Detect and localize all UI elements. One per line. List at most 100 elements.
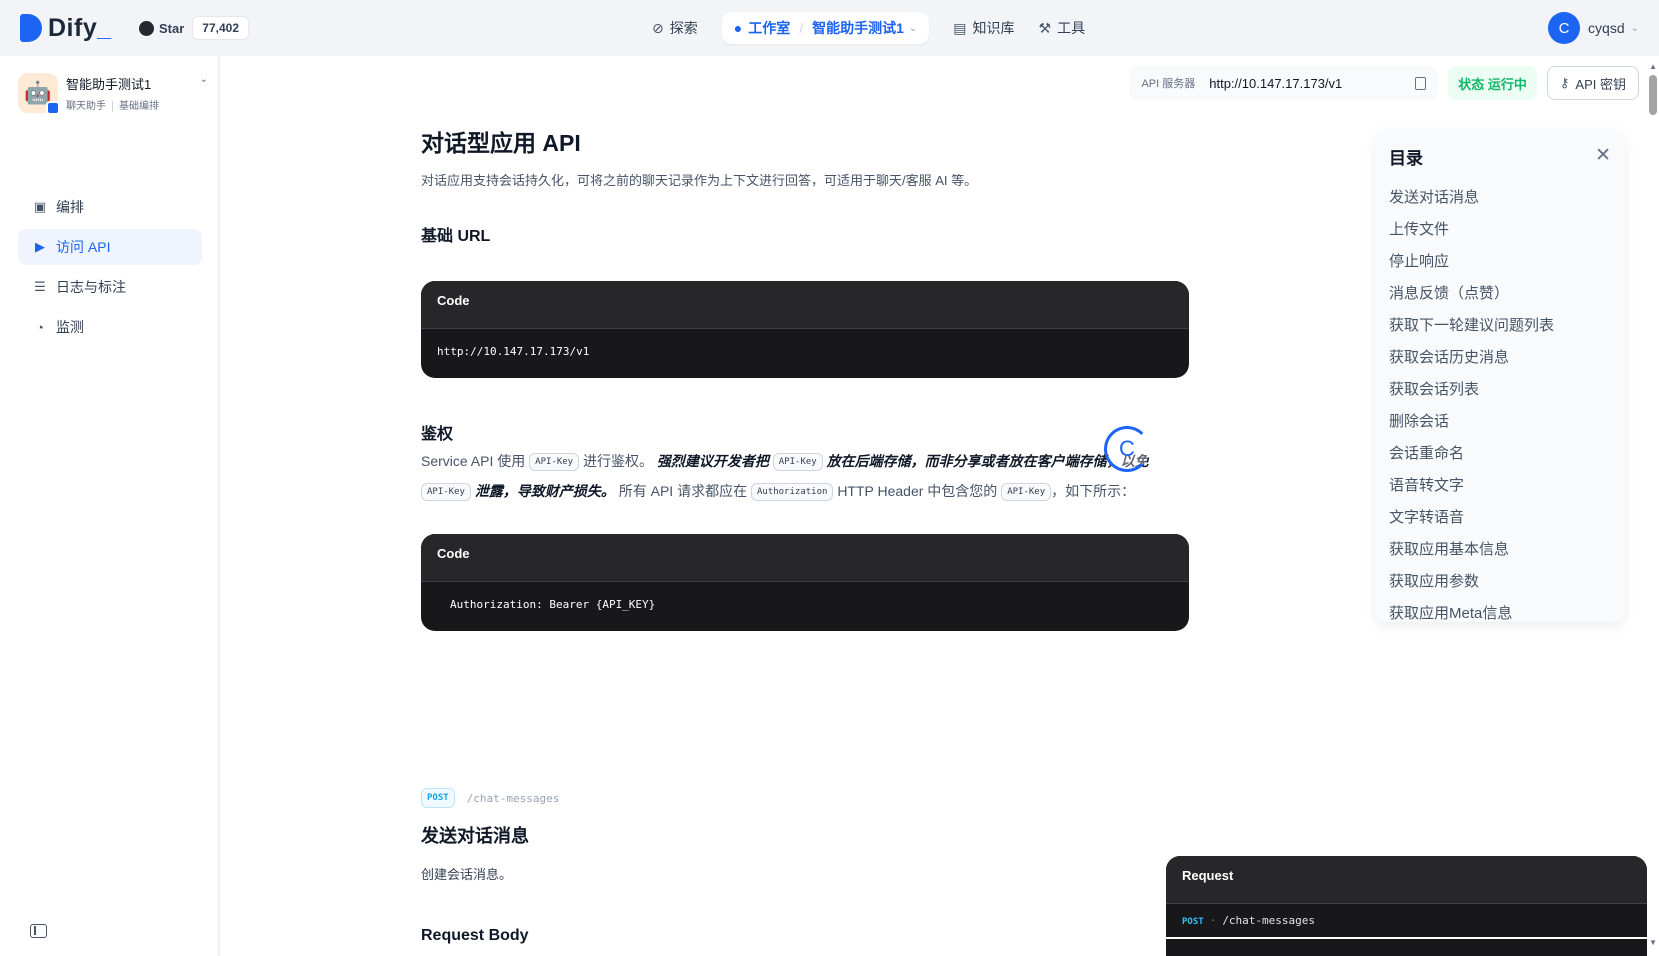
toc-item[interactable]: 发送对话消息 — [1389, 182, 1554, 214]
sidebar-item-label: 日志与标注 — [56, 279, 126, 295]
nav-knowledge[interactable]: ▤ 知识库 — [941, 12, 1026, 44]
toc-list: 发送对话消息 上传文件 停止响应 消息反馈（点赞） 获取下一轮建议问题列表 获取… — [1389, 182, 1554, 630]
sidebar-item-logs[interactable]: ☰ 日志与标注 — [18, 269, 202, 305]
scrollbar-thumb[interactable] — [1649, 75, 1657, 115]
github-star-count[interactable]: 77,402 — [192, 16, 249, 40]
nav-studio[interactable]: ● 工作室 / 智能助手测试1 ⌄ — [721, 12, 930, 44]
layout-icon: ▣ — [33, 199, 47, 214]
chevron-down-icon[interactable]: ⌄ — [909, 23, 917, 34]
page-description: 对话应用支持会话持久化，可将之前的聊天记录作为上下文进行回答，可适用于聊天/客服… — [421, 173, 978, 188]
page-scrollbar[interactable] — [1647, 56, 1659, 956]
robot-icon: ● — [733, 20, 743, 36]
toc-item[interactable]: 上传文件 — [1389, 214, 1554, 246]
auth-text: 所有 API 请求都应在 — [618, 483, 748, 499]
toc-item[interactable]: 获取应用Meta信息 — [1389, 598, 1554, 630]
copy-icon[interactable] — [1415, 76, 1427, 90]
top-navigation-bar: Dify_ Star 77,402 ⊘ 探索 ● 工作室 / 智能助手测试1 ⌄… — [0, 0, 1659, 56]
table-of-contents: 目录 ✕ 发送对话消息 上传文件 停止响应 消息反馈（点赞） 获取下一轮建议问题… — [1375, 130, 1625, 622]
api-server-box: API 服务器 http://10.147.17.173/v1 — [1129, 66, 1439, 100]
scroll-down-arrow-icon[interactable]: ▼ — [1649, 938, 1657, 947]
nav-knowledge-label: 知识库 — [972, 20, 1015, 36]
dify-logo-icon — [20, 14, 42, 42]
dify-logo[interactable]: Dify_ — [20, 12, 112, 44]
toc-item[interactable]: 获取应用基本信息 — [1389, 534, 1554, 566]
github-icon — [139, 20, 154, 36]
avatar[interactable]: C — [1548, 12, 1581, 44]
hammer-icon: ⚒ — [1038, 19, 1052, 36]
auth-heading: 鉴权 — [421, 426, 454, 443]
nav-explore[interactable]: ⊘ 探索 — [640, 12, 710, 44]
sidebar-collapse-icon[interactable] — [30, 924, 47, 938]
app-tag-mode: 聊天助手 — [66, 101, 106, 112]
code-block-label: Code — [421, 281, 1189, 329]
chat-badge-icon — [46, 101, 60, 115]
request-body-heading: Request Body — [421, 927, 529, 944]
inline-code: Authorization — [750, 483, 834, 502]
sidebar-item-monitoring[interactable]: ◔ 监测 — [18, 309, 202, 345]
auth-text: 进行鉴权。 — [582, 453, 653, 469]
sidebar-item-orchestrate[interactable]: ▣ 编排 — [18, 189, 202, 225]
toc-item[interactable]: 消息反馈（点赞） — [1389, 278, 1554, 310]
file-list-icon: ☰ — [34, 279, 46, 294]
chevron-down-icon[interactable]: ⌄ — [200, 74, 208, 85]
toc-item[interactable]: 会话重命名 — [1389, 438, 1554, 470]
toc-item[interactable]: 获取会话历史消息 — [1389, 342, 1554, 374]
toc-item[interactable]: 停止响应 — [1389, 246, 1554, 278]
request-method: POST — [1182, 917, 1204, 927]
sidebar-item-label: 访问 API — [56, 239, 111, 255]
auth-text: HTTP Header 中包含您的 — [837, 483, 998, 499]
app-switcher[interactable]: 🤖 智能助手测试1 聊天助手 基础编排 ⌄ — [18, 70, 208, 116]
nav-explore-label: 探索 — [669, 20, 698, 36]
main-content: API 服务器 http://10.147.17.173/v1 状态 运行中 ⚷… — [220, 56, 1659, 956]
sidebar-item-api-access[interactable]: ▶ 访问 API — [18, 229, 202, 265]
request-path: /chat-messages — [1222, 914, 1316, 927]
app-sidebar: 🤖 智能助手测试1 聊天助手 基础编排 ⌄ ▣ 编排 ▶ 访问 API ☰ 日志与… — [0, 56, 219, 956]
endpoint-line: POST /chat-messages — [421, 788, 559, 808]
auth-warning: 泄露，导致财产损失。 — [474, 483, 615, 499]
chevron-down-icon[interactable]: ⌄ — [1631, 23, 1639, 34]
github-star-widget[interactable]: Star 77,402 — [139, 15, 249, 41]
auth-code[interactable]: Authorization: Bearer {API_KEY} — [421, 582, 1189, 627]
auth-warning: 放在后端存储，而非分享或者放在客户端存储，以免 — [826, 453, 1149, 469]
sidebar-menu: ▣ 编排 ▶ 访问 API ☰ 日志与标注 ◔ 监测 — [18, 189, 202, 349]
toc-item[interactable]: 语音转文字 — [1389, 470, 1554, 502]
request-panel-title: Request — [1166, 856, 1647, 904]
brand-suffix: _ — [97, 13, 112, 42]
nav-tools[interactable]: ⚒ 工具 — [1027, 12, 1098, 44]
send-message-desc: 创建会话消息。 — [421, 867, 513, 882]
auth-text: Service API 使用 — [421, 453, 526, 469]
auth-warning: 强烈建议开发者把 — [656, 453, 769, 469]
base-url-code[interactable]: http://10.147.17.173/v1 — [421, 329, 1189, 374]
page-title: 对话型应用 API — [421, 130, 581, 156]
api-toolbar: API 服务器 http://10.147.17.173/v1 状态 运行中 ⚷… — [1129, 66, 1639, 100]
book-icon: ▤ — [953, 19, 967, 36]
api-server-url[interactable]: http://10.147.17.173/v1 — [1209, 76, 1409, 91]
user-menu[interactable]: C cyqsd ⌄ — [1548, 12, 1639, 44]
code-block-label: Code — [421, 534, 1189, 582]
send-message-title: 发送对话消息 — [421, 826, 529, 846]
toc-item[interactable]: 删除会话 — [1389, 406, 1554, 438]
auth-text: ，如下所示： — [1051, 483, 1136, 499]
nav-tools-label: 工具 — [1057, 20, 1086, 36]
api-key-button[interactable]: ⚷ API 密钥 — [1546, 66, 1639, 100]
github-star-button[interactable]: Star — [139, 20, 185, 36]
inline-code: API-Key — [772, 453, 823, 472]
base-url-code-block: Code http://10.147.17.173/v1 — [421, 281, 1189, 378]
toc-item[interactable]: 文字转语音 — [1389, 502, 1554, 534]
toc-item[interactable]: 获取应用参数 — [1389, 566, 1554, 598]
app-robot-icon: 🤖 — [18, 73, 60, 115]
toc-item[interactable]: 获取会话列表 — [1389, 374, 1554, 406]
toc-item[interactable]: 获取下一轮建议问题列表 — [1389, 310, 1554, 342]
app-tags: 聊天助手 基础编排 — [66, 97, 196, 112]
nav-studio-label[interactable]: 工作室 — [748, 18, 790, 38]
close-icon[interactable]: ✕ — [1595, 144, 1611, 167]
inline-code: API-Key — [529, 453, 580, 472]
dashboard-icon: ◔ — [36, 319, 44, 335]
user-name[interactable]: cyqsd — [1588, 20, 1625, 36]
key-icon: ⚷ — [1559, 75, 1570, 90]
scroll-up-arrow-icon[interactable]: ▲ — [1649, 62, 1657, 71]
loading-spinner: C — [1104, 426, 1150, 472]
nav-current-app[interactable]: 智能助手测试1 — [812, 18, 904, 38]
github-star-label: Star — [159, 20, 185, 36]
nav-separator: / — [799, 20, 804, 36]
